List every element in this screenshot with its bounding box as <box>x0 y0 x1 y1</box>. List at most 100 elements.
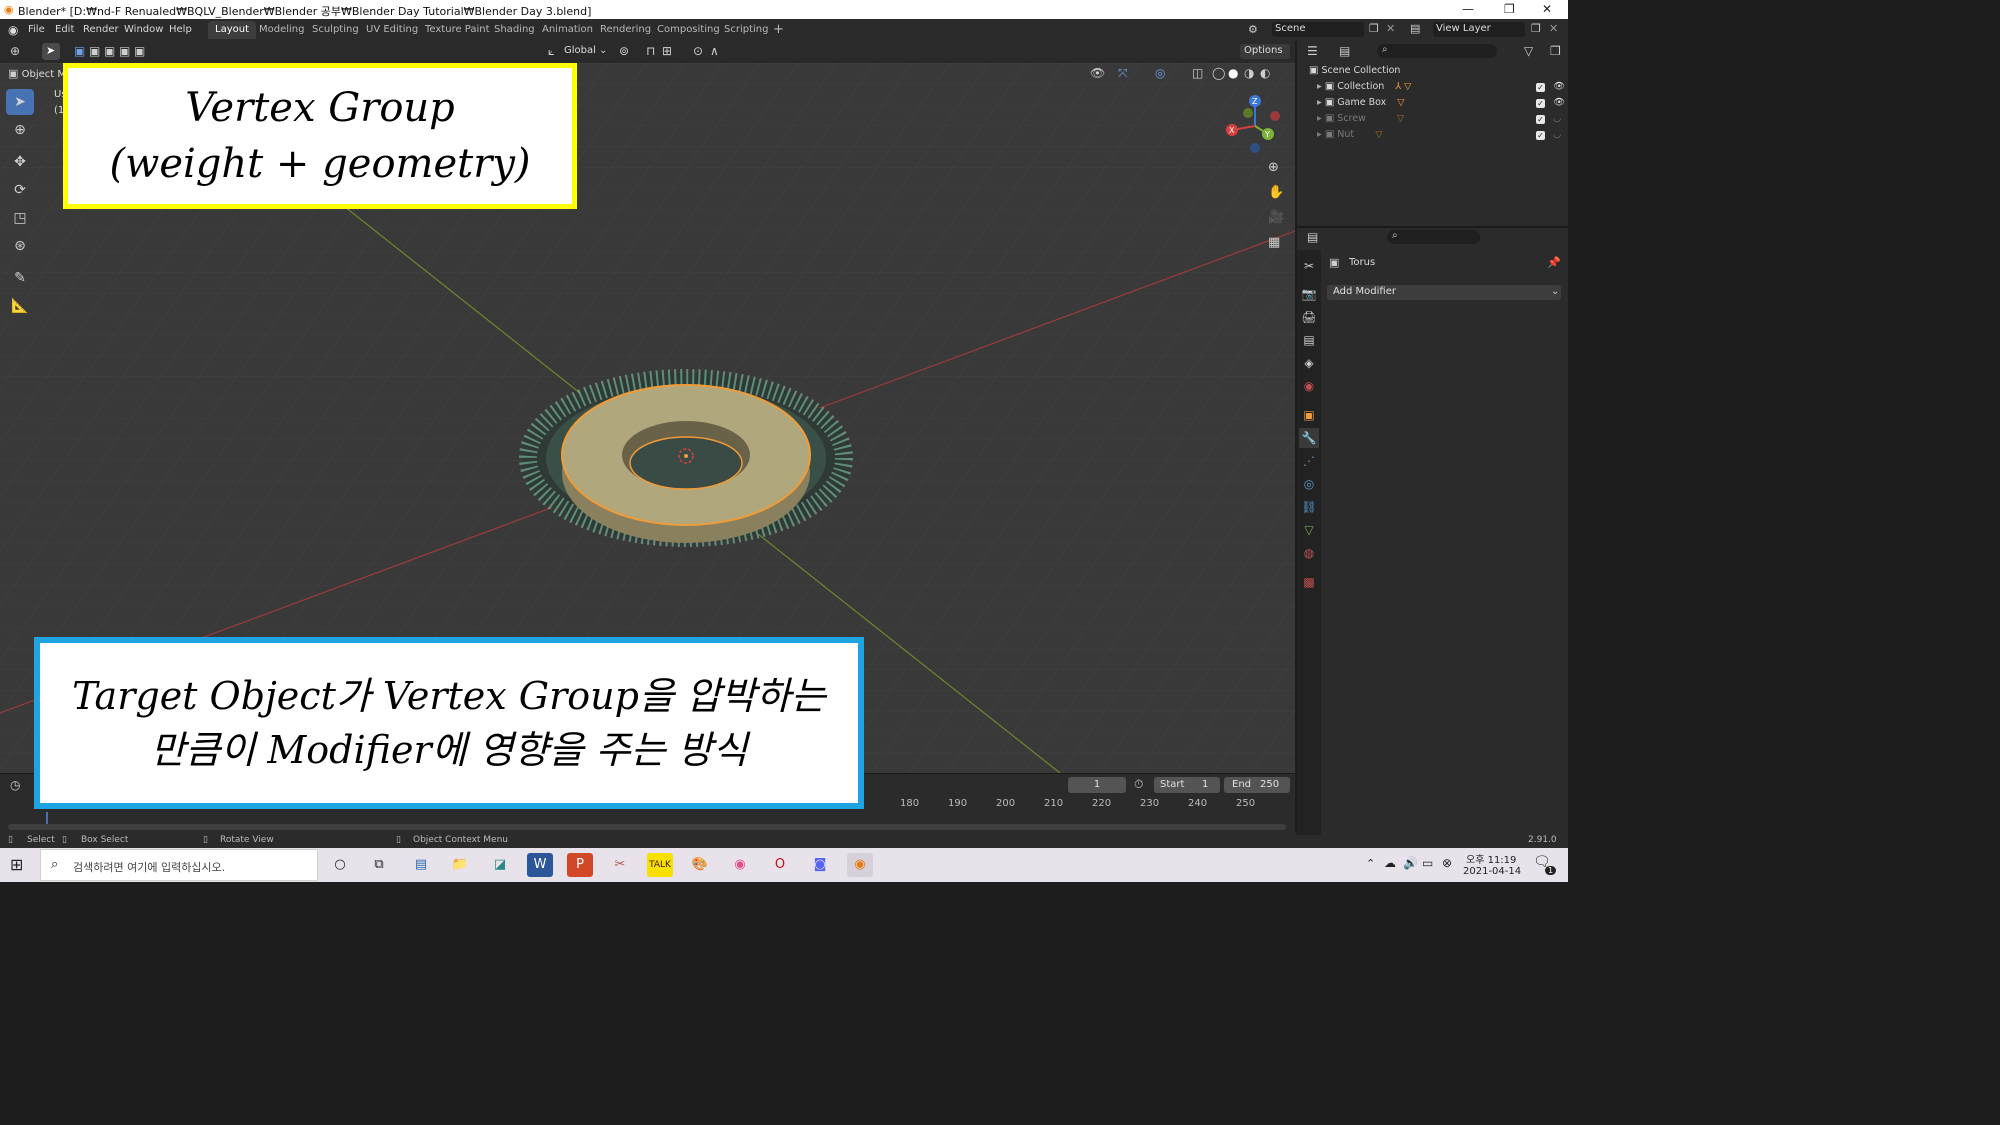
gizmo-toggle-icon[interactable]: ⤧ <box>1118 66 1128 81</box>
add-modifier-dropdown[interactable]: Add Modifier ⌄ <box>1327 285 1561 300</box>
disclosure-triangle-icon[interactable]: ▸ <box>1317 129 1322 140</box>
blender-taskbar-icon[interactable]: ◉ <box>847 853 873 877</box>
app-icon-notes[interactable]: ◪ <box>487 853 513 877</box>
exclude-checkbox[interactable]: ✓ <box>1536 115 1545 124</box>
timeline-editor-type-icon[interactable]: ◷ <box>10 778 20 792</box>
start-frame-field[interactable]: Start 1 <box>1154 777 1220 793</box>
snap-icon[interactable]: ⊓ <box>646 44 655 58</box>
workspace-tab-texture-paint[interactable]: Texture Paint <box>418 21 497 39</box>
workspace-tab-sculpting[interactable]: Sculpting <box>305 21 366 39</box>
tray-chevron-up-icon[interactable]: ⌃ <box>1366 857 1375 870</box>
snap-target-icon[interactable]: ⊞ <box>662 44 672 58</box>
delete-scene-icon[interactable]: ✕ <box>1386 22 1395 35</box>
view-layer-icon[interactable]: ▤ <box>1410 22 1420 35</box>
workspace-tab-shading[interactable]: Shading <box>487 21 542 39</box>
outliner-row-scene-collection[interactable]: ▣ Scene Collection <box>1309 63 1564 79</box>
particles-tab-icon[interactable]: ⋰ <box>1299 451 1319 471</box>
world-tab-icon[interactable]: ◉ <box>1299 376 1319 396</box>
constraints-tab-icon[interactable]: ⛓ <box>1299 497 1319 517</box>
view-layer-tab-icon[interactable]: ▤ <box>1299 330 1319 350</box>
powerpoint-icon[interactable]: P <box>567 853 593 877</box>
app-icon-control-panel[interactable]: ▤ <box>408 853 434 877</box>
proportional-falloff-icon[interactable]: ∧ <box>710 44 719 58</box>
select-intersect-icon[interactable]: ▣ <box>134 44 145 58</box>
app-icon-firefox[interactable]: ◉ <box>727 853 753 877</box>
measure-tool-button[interactable]: 📐 <box>6 293 34 319</box>
data-tab-icon[interactable]: ▽ <box>1299 520 1319 540</box>
select-mode-button[interactable]: ➤ <box>42 43 60 60</box>
editor-type-icon[interactable]: ⊕ <box>10 44 20 58</box>
output-tab-icon[interactable]: 🖨 <box>1299 307 1319 327</box>
delete-view-layer-icon[interactable]: ✕ <box>1549 22 1558 35</box>
material-tab-icon[interactable]: ◍ <box>1299 543 1319 563</box>
eye-closed-icon[interactable]: ◡ <box>1553 111 1561 127</box>
texture-tab-icon[interactable]: ▩ <box>1299 572 1319 592</box>
object-mode-dropdown[interactable]: ▣ Object M <box>8 67 66 80</box>
move-tool-button[interactable]: ✥ <box>6 149 34 175</box>
onedrive-icon[interactable]: ☁ <box>1384 856 1396 870</box>
modifier-tab-icon[interactable]: 🔧 <box>1299 428 1319 448</box>
pivot-point-icon[interactable]: ⊚ <box>619 44 629 58</box>
options-dropdown[interactable]: Options <box>1240 44 1290 59</box>
material-shading-icon[interactable]: ◑ <box>1244 66 1254 80</box>
windows-start-icon[interactable]: ⊞ <box>10 855 23 874</box>
menu-render[interactable]: Render <box>83 24 119 35</box>
visibility-icon[interactable]: 👁 <box>1090 66 1105 80</box>
network-icon[interactable]: ▭ <box>1422 856 1433 870</box>
filter-icon[interactable]: ▽ <box>1524 44 1533 58</box>
eye-closed-icon[interactable]: ◡ <box>1553 127 1561 143</box>
minimize-button[interactable]: — <box>1462 2 1474 16</box>
disclosure-triangle-icon[interactable]: ▸ <box>1317 97 1322 108</box>
select-subtract-icon[interactable]: ▣ <box>104 44 115 58</box>
select-invert-icon[interactable]: ▣ <box>119 44 130 58</box>
pin-icon[interactable]: 📌 <box>1547 256 1561 269</box>
outliner-row-nut[interactable]: ▸ ▣ Nut ▽ ✓ ◡ <box>1317 127 1564 143</box>
annotate-tool-button[interactable]: ✎ <box>6 265 34 291</box>
new-view-layer-icon[interactable]: ❐ <box>1531 22 1541 35</box>
app-icon-snipping[interactable]: ✂ <box>607 853 633 877</box>
scene-selector[interactable]: Scene <box>1272 22 1364 37</box>
workspace-tab-modeling[interactable]: Modeling <box>252 21 312 39</box>
view-layer-selector[interactable]: View Layer <box>1433 22 1525 37</box>
taskbar-search-box[interactable]: ⌕ 검색하려면 여기에 입력하십시오. <box>40 849 318 881</box>
perspective-grid-icon[interactable]: ▦ <box>1268 235 1280 250</box>
taskbar-time[interactable]: 오후 11:19 <box>1466 851 1516 866</box>
current-frame-field[interactable]: 1 <box>1068 777 1126 793</box>
scene-icon[interactable]: ⚙ <box>1248 23 1258 36</box>
disclosure-triangle-icon[interactable]: ▸ <box>1317 113 1322 124</box>
camera-icon[interactable]: 🎥 <box>1268 210 1284 225</box>
solid-shading-icon[interactable]: ● <box>1228 66 1238 80</box>
discord-icon[interactable]: ◙ <box>807 853 833 877</box>
workspace-tab-layout[interactable]: Layout <box>208 21 256 39</box>
kakaotalk-icon[interactable]: TALK <box>647 853 673 877</box>
tool-tab-icon[interactable]: ✂ <box>1299 256 1319 276</box>
display-mode-icon[interactable]: ▤ <box>1339 44 1350 58</box>
restore-button[interactable]: ❐ <box>1504 2 1515 16</box>
properties-editor-type-icon[interactable]: ▤ <box>1307 230 1318 244</box>
transform-tool-button[interactable]: ⊛ <box>6 233 34 259</box>
cursor-tool-button[interactable]: ⊕ <box>6 117 34 143</box>
task-view-icon[interactable]: ⧉ <box>366 853 392 877</box>
end-frame-field[interactable]: End 250 <box>1224 777 1290 793</box>
select-extend-icon[interactable]: ▣ <box>89 44 100 58</box>
properties-search-input[interactable]: ⌕ <box>1387 230 1480 244</box>
taskbar-date[interactable]: 2021-04-14 <box>1463 866 1521 877</box>
outliner-row-collection[interactable]: ▸ ▣ Collection ⅄ ▽ ✓ 👁 <box>1317 79 1565 95</box>
stopwatch-icon[interactable]: ⏱ <box>1134 777 1143 792</box>
scene-tab-icon[interactable]: ◈ <box>1299 353 1319 373</box>
menu-file[interactable]: File <box>28 24 45 35</box>
close-button[interactable]: ✕ <box>1542 2 1552 16</box>
object-tab-icon[interactable]: ▣ <box>1299 405 1319 425</box>
select-tool-button[interactable]: ➤ <box>6 89 34 115</box>
rendered-shading-icon[interactable]: ◐ <box>1260 66 1270 80</box>
outliner-row-game-box[interactable]: ▸ ▣ Game Box ▽ ✓ 👁 <box>1317 95 1565 111</box>
workspace-tab-compositing[interactable]: Compositing <box>650 21 727 39</box>
transform-orientation-dropdown[interactable]: Global ⌄ <box>562 44 608 59</box>
app-icon-paint[interactable]: 🎨 <box>687 853 713 877</box>
select-box-icon[interactable]: ▣ <box>74 44 85 58</box>
volume-icon[interactable]: 🔊 <box>1403 856 1418 870</box>
xray-toggle-icon[interactable]: ◫ <box>1192 66 1203 80</box>
proportional-editing-icon[interactable]: ⊙ <box>693 44 703 58</box>
exclude-checkbox[interactable]: ✓ <box>1536 99 1545 108</box>
navigation-gizmo[interactable]: Z X Y <box>1222 93 1288 159</box>
